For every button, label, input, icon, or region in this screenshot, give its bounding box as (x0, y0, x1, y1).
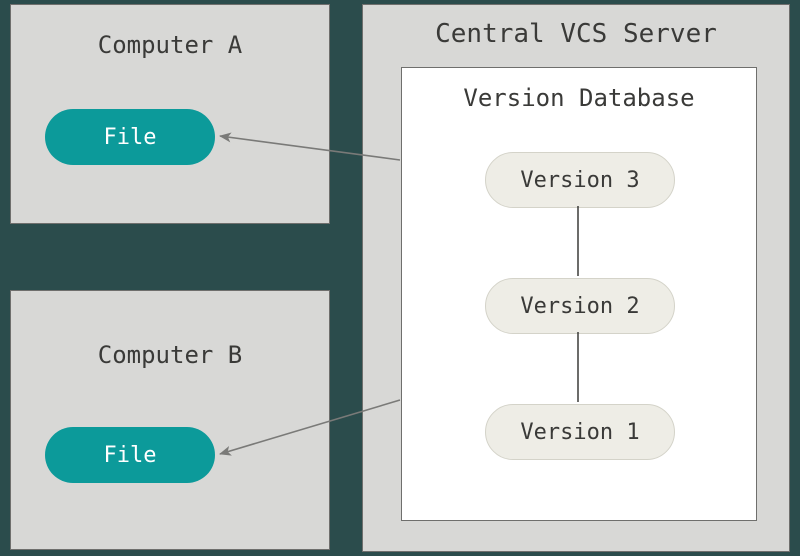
version-3-label: Version 3 (520, 168, 639, 193)
computer-b-panel: Computer B File (10, 290, 330, 550)
server-title: Central VCS Server (363, 19, 789, 49)
diagram-stage: Computer A File Computer B File Central … (0, 0, 800, 556)
computer-a-file-pill: File (45, 109, 215, 165)
computer-a-file-label: File (104, 125, 157, 150)
version-database-box: Version Database Version 3 Version 2 Ver… (401, 67, 757, 521)
computer-b-file-pill: File (45, 427, 215, 483)
computer-a-title: Computer A (11, 31, 329, 59)
version-3-pill: Version 3 (485, 152, 675, 208)
version-2-label: Version 2 (520, 294, 639, 319)
version-2-pill: Version 2 (485, 278, 675, 334)
computer-b-title: Computer B (11, 341, 329, 369)
version-1-pill: Version 1 (485, 404, 675, 460)
version-database-title: Version Database (402, 84, 756, 112)
server-panel: Central VCS Server Version Database Vers… (362, 4, 790, 552)
version-1-label: Version 1 (520, 420, 639, 445)
computer-a-panel: Computer A File (10, 4, 330, 224)
computer-b-file-label: File (104, 443, 157, 468)
